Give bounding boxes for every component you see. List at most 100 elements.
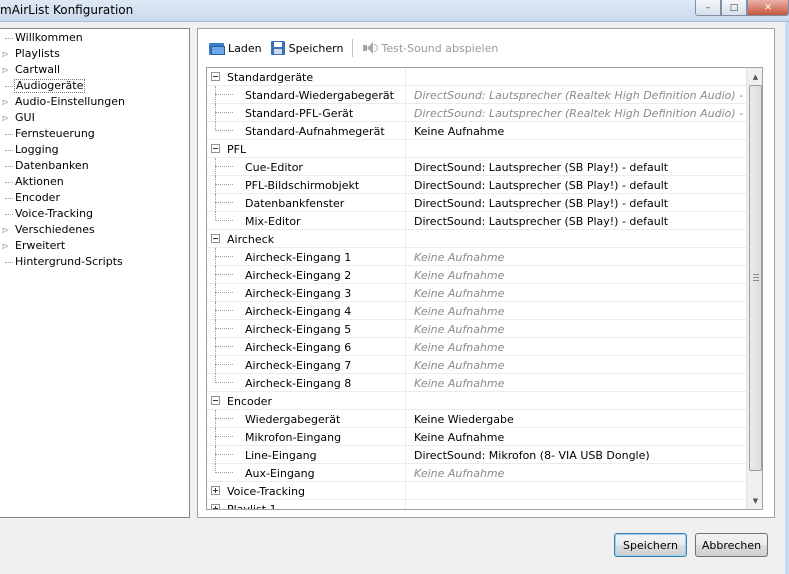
property-value[interactable]: Keine Aufnahme [414,305,504,318]
property-row[interactable]: Aircheck-Eingang 4 Keine Aufnahme [207,302,746,320]
section-row[interactable]: Encoder [207,392,746,410]
property-value[interactable]: Keine Aufnahme [414,323,504,336]
property-value[interactable]: Keine Aufnahme [414,467,504,480]
nav-item[interactable]: Aktionen [0,174,190,190]
property-value[interactable]: Keine Aufnahme [414,431,504,444]
tree-connector [5,166,13,167]
window-frame-right [785,22,789,574]
tree-connector [215,302,216,320]
close-button[interactable]: ✕ [747,0,789,16]
property-value[interactable]: DirectSound: Lautsprecher (Realtek High … [414,107,746,120]
property-row[interactable]: Wiedergabegerät Keine Wiedergabe [207,410,746,428]
property-row[interactable]: Aircheck-Eingang 1 Keine Aufnahme [207,248,746,266]
property-value[interactable]: DirectSound: Lautsprecher (SB Play!) - d… [414,197,668,210]
expand-arrow-icon[interactable]: ▷ [2,242,9,250]
property-row[interactable]: Aircheck-Eingang 6 Keine Aufnahme [207,338,746,356]
property-value[interactable]: Keine Wiedergabe [414,413,514,426]
property-row[interactable]: PFL-Bildschirmobjekt DirectSound: Lautspr… [207,176,746,194]
play-test-sound-button[interactable]: Test-Sound abspielen [359,37,501,59]
vertical-scrollbar[interactable]: ▲ ▼ [746,68,762,509]
property-value[interactable]: DirectSound: Lautsprecher (SB Play!) - d… [414,215,668,228]
property-value[interactable]: Keine Aufnahme [414,125,504,138]
expand-arrow-icon[interactable]: ▷ [2,66,9,74]
tree-connector [215,454,233,455]
section-row[interactable]: PFL [207,140,746,158]
property-row[interactable]: Aircheck-Eingang 8 Keine Aufnahme [207,374,746,392]
property-row[interactable]: Aircheck-Eingang 2 Keine Aufnahme [207,266,746,284]
nav-item[interactable]: Logging [0,142,190,158]
property-row[interactable]: Line-Eingang DirectSound: Mikrofon (8- VI… [207,446,746,464]
collapse-icon[interactable] [211,72,220,81]
property-row[interactable]: Standard-Wiedergabegerät DirectSound: Lau… [207,86,746,104]
collapse-icon[interactable] [211,144,220,153]
collapse-icon[interactable] [211,234,220,243]
property-row[interactable]: Cue-Editor DirectSound: Lautsprecher (SB … [207,158,746,176]
column-separator [405,500,406,509]
property-value[interactable]: Keine Aufnahme [414,251,504,264]
property-value[interactable]: Keine Aufnahme [414,287,504,300]
scroll-up-button[interactable]: ▲ [747,68,762,85]
maximize-button[interactable]: □ [721,0,747,16]
section-row[interactable]: Standardgeräte [207,68,746,86]
floppy-disk-icon [270,40,286,56]
nav-item[interactable]: Datenbanken [0,158,190,174]
nav-item[interactable]: Hintergrund-Scripts [0,254,190,270]
expand-arrow-icon[interactable]: ▷ [2,98,9,106]
tree-connector [215,220,233,221]
expand-icon[interactable] [211,486,220,495]
nav-item[interactable]: Fernsteuerung [0,126,190,142]
property-row[interactable]: Standard-Aufnahmegerät Keine Aufnahme [207,122,746,140]
property-value[interactable]: Keine Aufnahme [414,341,504,354]
section-row[interactable]: Playlist 1 [207,500,746,509]
property-row[interactable]: Aircheck-Eingang 3 Keine Aufnahme [207,284,746,302]
nav-item[interactable]: Voice-Tracking [0,206,190,222]
tree-connector [215,428,216,446]
section-row[interactable]: Aircheck [207,230,746,248]
property-value[interactable]: Keine Aufnahme [414,359,504,372]
property-name: Standard-Aufnahmegerät [245,125,385,138]
navigation-tree[interactable]: Willkommen ▷ Playlists ▷ Cartwall Audiogeräte… [0,28,190,518]
cancel-button[interactable]: Abbrechen [695,533,768,557]
expand-arrow-icon[interactable]: ▷ [2,226,9,234]
property-value[interactable]: DirectSound: Lautsprecher (Realtek High … [414,89,746,102]
nav-item-label: Voice-Tracking [15,207,94,220]
save-button[interactable]: Speichern [614,533,687,557]
load-button-label: Laden [228,41,262,55]
nav-item[interactable]: Audiogeräte [0,78,190,94]
minimize-button[interactable]: – [695,0,721,16]
property-row[interactable]: Aircheck-Eingang 5 Keine Aufnahme [207,320,746,338]
tree-connector [215,94,233,95]
load-button[interactable]: Laden [206,37,265,59]
property-row[interactable]: Aircheck-Eingang 7 Keine Aufnahme [207,356,746,374]
property-row[interactable]: Standard-PFL-Gerät DirectSound: Lautsprec… [207,104,746,122]
column-separator [405,68,406,86]
nav-item[interactable]: Willkommen [0,30,190,46]
window-controls: – □ ✕ [695,0,789,18]
property-row[interactable]: Datenbankfenster DirectSound: Lautspreche… [207,194,746,212]
section-row[interactable]: Voice-Tracking [207,482,746,500]
property-value[interactable]: DirectSound: Mikrofon (8- VIA USB Dongle… [414,449,650,462]
nav-item[interactable]: ▷ GUI [0,110,190,126]
toolbar-save-button[interactable]: Speichern [267,37,347,59]
property-row[interactable]: Mix-Editor DirectSound: Lautsprecher (SB … [207,212,746,230]
nav-item[interactable]: ▷ Cartwall [0,62,190,78]
property-row[interactable]: Mikrofon-Eingang Keine Aufnahme [207,428,746,446]
expand-arrow-icon[interactable]: ▷ [2,50,9,58]
nav-item[interactable]: ▷ Audio-Einstellungen [0,94,190,110]
property-value[interactable]: Keine Aufnahme [414,269,504,282]
nav-item[interactable]: ▷ Playlists [0,46,190,62]
property-value[interactable]: DirectSound: Lautsprecher (SB Play!) - d… [414,179,668,192]
column-separator [405,266,406,284]
section-name: Encoder [227,395,272,408]
nav-item[interactable]: ▷ Erweitert [0,238,190,254]
expand-arrow-icon[interactable]: ▷ [2,114,9,122]
expand-icon[interactable] [211,504,220,509]
nav-item[interactable]: ▷ Verschiedenes [0,222,190,238]
property-value[interactable]: Keine Aufnahme [414,377,504,390]
property-row[interactable]: Aux-Eingang Keine Aufnahme [207,464,746,482]
scroll-down-button[interactable]: ▼ [747,492,762,509]
collapse-icon[interactable] [211,396,220,405]
scrollbar-thumb[interactable] [749,85,762,471]
nav-item[interactable]: Encoder [0,190,190,206]
property-value[interactable]: DirectSound: Lautsprecher (SB Play!) - d… [414,161,668,174]
